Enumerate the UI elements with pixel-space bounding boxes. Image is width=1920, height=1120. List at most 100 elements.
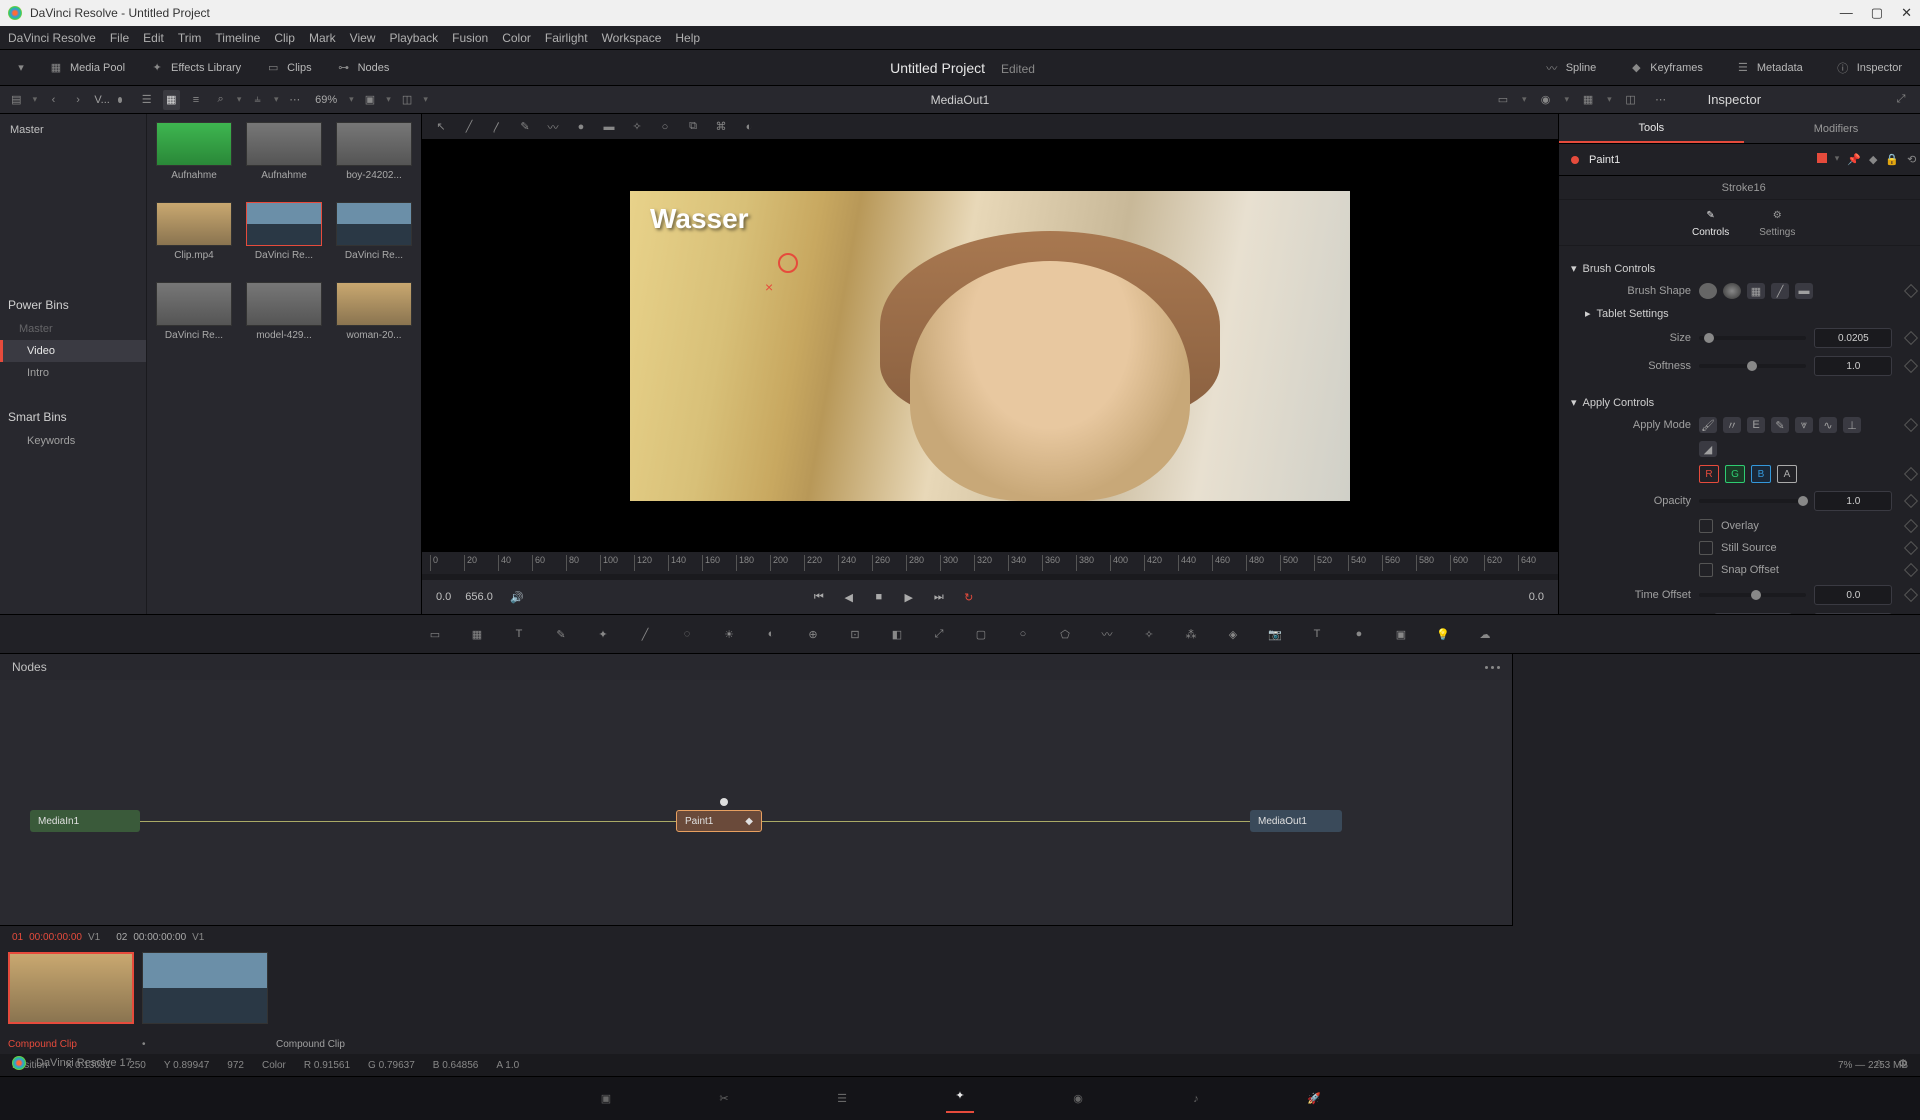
viewer-opts-icon[interactable]: ⋯ xyxy=(1650,90,1672,110)
options-icon[interactable]: ⋯ xyxy=(287,90,304,110)
resize-icon[interactable]: ⤢ xyxy=(926,621,952,647)
brush-shape-block[interactable]: ▬ xyxy=(1795,283,1813,299)
step-back-button[interactable]: ◀ xyxy=(839,587,859,607)
opacity-input[interactable] xyxy=(1814,491,1892,511)
menu-clip[interactable]: Clip xyxy=(274,31,295,45)
clip-item[interactable]: woman-20... xyxy=(335,282,413,354)
keyframe-diamond[interactable] xyxy=(1904,494,1918,508)
shape3d-icon[interactable]: ● xyxy=(1346,621,1372,647)
play-button[interactable]: ▶ xyxy=(899,587,919,607)
clip-item[interactable]: Aufnahme xyxy=(245,122,323,194)
pointer-tool-icon[interactable]: ↖ xyxy=(432,118,450,136)
minimize-button[interactable]: — xyxy=(1840,5,1853,21)
node-view-dot[interactable] xyxy=(720,798,728,806)
clip-thumb-2[interactable] xyxy=(142,952,268,1024)
next-icon[interactable]: › xyxy=(70,90,87,110)
3d-icon[interactable]: ◈ xyxy=(1220,621,1246,647)
viewer-b-icon[interactable]: ◉ xyxy=(1535,90,1557,110)
reset-icon[interactable]: ⟲ xyxy=(1907,153,1916,166)
brush-tool-icon[interactable]: ✎ xyxy=(516,118,534,136)
page-cut-icon[interactable]: ✂ xyxy=(710,1085,738,1113)
menu-edit[interactable]: Edit xyxy=(143,31,164,45)
tab-modifiers[interactable]: Modifiers xyxy=(1744,114,1920,143)
clip-item[interactable]: DaVinci Re... xyxy=(155,282,233,354)
brightness-icon[interactable]: ☀ xyxy=(716,621,742,647)
ellipse-mask-icon[interactable]: ○ xyxy=(1010,621,1036,647)
viewer-a-icon[interactable]: ▭ xyxy=(1492,90,1514,110)
nodes-canvas[interactable]: MediaIn1 Paint1◆ MediaOut1 xyxy=(0,680,1512,925)
loop-button[interactable]: ↻ xyxy=(959,587,979,607)
menu-fusion[interactable]: Fusion xyxy=(452,31,488,45)
project-settings-icon[interactable]: ⚙ xyxy=(1898,1057,1908,1070)
prev-icon[interactable]: ‹ xyxy=(45,90,62,110)
mode-erase[interactable]: ✎ xyxy=(1771,417,1789,433)
particles-icon[interactable]: ✧ xyxy=(1136,621,1162,647)
page-fairlight-icon[interactable]: ♪ xyxy=(1182,1085,1210,1113)
page-media-icon[interactable]: ▣ xyxy=(592,1085,620,1113)
page-color-icon[interactable]: ◉ xyxy=(1064,1085,1092,1113)
page-fusion-icon[interactable]: ✦ xyxy=(946,1085,974,1113)
tab-tools[interactable]: Tools xyxy=(1559,114,1744,143)
colorcorrect-icon[interactable]: ◐ xyxy=(758,621,784,647)
wand-tool-icon[interactable]: ✧ xyxy=(628,118,646,136)
power-bins-header[interactable]: Power Bins xyxy=(0,292,146,318)
bin-intro[interactable]: Intro xyxy=(0,362,146,384)
softness-slider[interactable] xyxy=(1699,364,1806,368)
stop-button[interactable]: ■ xyxy=(869,587,889,607)
prender-icon[interactable]: ⁂ xyxy=(1178,621,1204,647)
bin-video[interactable]: Video xyxy=(0,340,146,362)
menu-trim[interactable]: Trim xyxy=(178,31,202,45)
inspector-toggle[interactable]: ⓘInspector xyxy=(1827,56,1910,80)
dot-tool-icon[interactable]: ● xyxy=(572,118,590,136)
page-edit-icon[interactable]: ☰ xyxy=(828,1085,856,1113)
layout-menu-icon[interactable]: ▾ xyxy=(10,58,32,78)
keyframes-toggle[interactable]: ◆Keyframes xyxy=(1620,56,1711,80)
text3d-icon[interactable]: T xyxy=(1304,621,1330,647)
blur-icon[interactable]: ◌ xyxy=(674,621,700,647)
clip-item[interactable]: DaVinci Re... xyxy=(245,202,323,274)
mode-clone[interactable]: 〃 xyxy=(1723,417,1741,433)
mode-wire[interactable]: ◢ xyxy=(1699,441,1717,457)
clip-item[interactable]: Aufnahme xyxy=(155,122,233,194)
media-pool-toggle[interactable]: ▦Media Pool xyxy=(40,56,133,80)
clip-tab-2[interactable]: 02 00:00:00:00 V1 xyxy=(112,930,208,945)
camera-icon[interactable]: 📷 xyxy=(1262,621,1288,647)
nodes-toggle[interactable]: ⊶Nodes xyxy=(328,56,398,80)
subtab-settings[interactable]: ⚙ Settings xyxy=(1759,207,1795,238)
mode-emboss[interactable]: E xyxy=(1747,417,1765,433)
brush-shape-square[interactable]: ▦ xyxy=(1747,283,1765,299)
pin-icon[interactable]: 📌 xyxy=(1847,153,1861,166)
lock-icon[interactable]: 🔒 xyxy=(1885,153,1899,166)
bin-view-icon[interactable]: ▤ xyxy=(8,90,25,110)
text-icon[interactable]: T xyxy=(506,621,532,647)
time-offset-input[interactable] xyxy=(1814,585,1892,605)
wave-tool-icon[interactable]: 〰 xyxy=(544,118,562,136)
search-icon[interactable]: ⌕ xyxy=(212,90,229,110)
menu-fairlight[interactable]: Fairlight xyxy=(545,31,588,45)
clip-item[interactable]: Clip.mp4 xyxy=(155,202,233,274)
bin-master-item[interactable]: Master xyxy=(0,318,146,340)
size-input[interactable] xyxy=(1814,328,1892,348)
matte-icon[interactable]: ◧ xyxy=(884,621,910,647)
line-tool-icon[interactable]: ╱ xyxy=(460,118,478,136)
menu-davinci[interactable]: DaVinci Resolve xyxy=(8,31,96,45)
subtab-controls[interactable]: ✎ Controls xyxy=(1692,207,1729,238)
mode-color[interactable]: 🖌 xyxy=(1699,417,1717,433)
keyframe-icon[interactable]: ◆ xyxy=(1869,153,1877,166)
smear-tool-icon[interactable]: ◐ xyxy=(740,118,758,136)
size-slider[interactable] xyxy=(1699,336,1806,340)
rect-mask-icon[interactable]: ▢ xyxy=(968,621,994,647)
first-frame-button[interactable]: ⏮ xyxy=(809,587,829,607)
bin-master-header[interactable]: Master xyxy=(0,118,146,142)
stamp-tool-icon[interactable]: ⌘ xyxy=(712,118,730,136)
overlay-check[interactable] xyxy=(1699,519,1713,533)
viewer-canvas[interactable]: Wasser × xyxy=(422,140,1558,552)
channel-b[interactable]: B xyxy=(1751,465,1771,483)
viewer-dual-icon[interactable]: ◫ xyxy=(1620,90,1642,110)
smart-bins-header[interactable]: Smart Bins xyxy=(0,404,146,430)
paint-icon[interactable]: ✎ xyxy=(548,621,574,647)
viewer-grid-icon[interactable]: ▦ xyxy=(1577,90,1599,110)
last-frame-button[interactable]: ⏭ xyxy=(929,587,949,607)
light-icon[interactable]: 💡 xyxy=(1430,621,1456,647)
offset-y-input[interactable] xyxy=(1814,613,1892,614)
